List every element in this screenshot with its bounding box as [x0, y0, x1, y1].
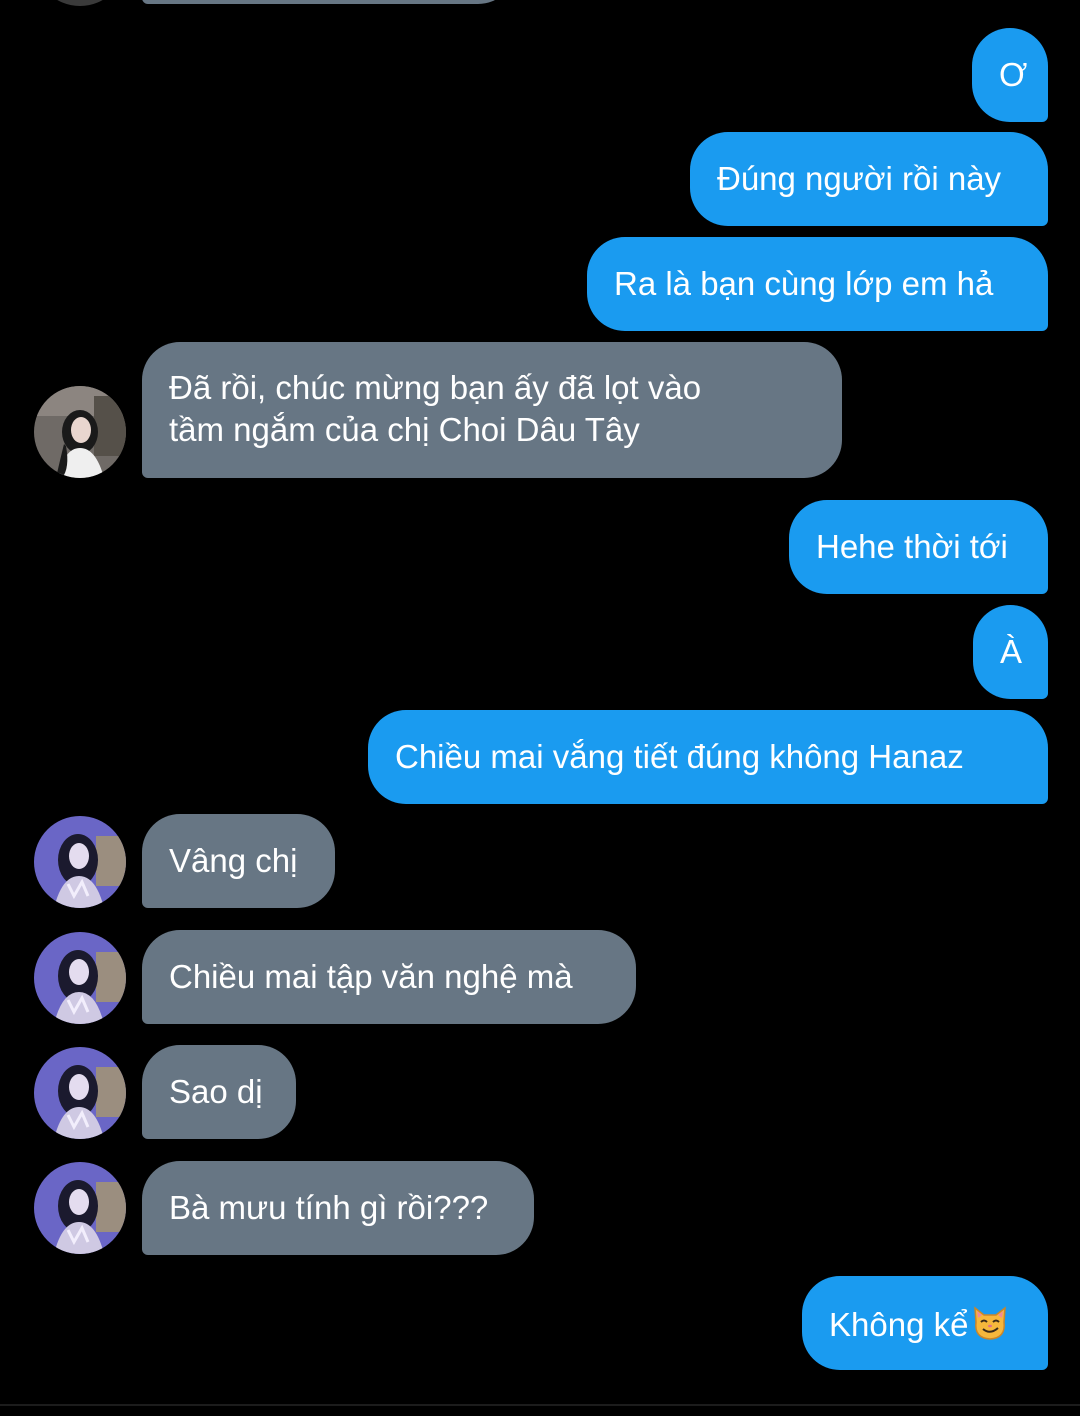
- avatar-photo-icon: [34, 386, 126, 478]
- avatar-photo-icon: [34, 1047, 126, 1139]
- smirking-cat-emoji-icon: [974, 1306, 1007, 1340]
- message-bubble-incoming[interactable]: Chiều mai tập văn nghệ mà: [142, 930, 636, 1024]
- message-bubble-outgoing[interactable]: Hehe thời tới: [789, 500, 1048, 594]
- message-text: Ơ: [999, 56, 1028, 93]
- message-text-line: Đã rồi, chúc mừng bạn ấy đã lọt vào: [169, 369, 702, 406]
- avatar[interactable]: [34, 386, 126, 478]
- avatar-photo-icon: [34, 816, 126, 908]
- message-text: Vâng chị: [169, 842, 298, 879]
- message-text: Sao dị: [169, 1073, 263, 1110]
- message-bubble-outgoing[interactable]: Chiều mai vắng tiết đúng không Hanaz: [368, 710, 1048, 804]
- message-text: Không kể: [829, 1306, 969, 1343]
- message-text: Ra là bạn cùng lớp em hả: [614, 265, 994, 302]
- avatar[interactable]: [34, 1162, 126, 1254]
- message-bubble-outgoing[interactable]: Ơ: [972, 28, 1048, 122]
- avatar[interactable]: [34, 816, 126, 908]
- message-text: À: [1000, 633, 1023, 670]
- message-text: Bà mưu tính gì rồi???: [169, 1189, 489, 1226]
- message-text: Hehe thời tới: [816, 528, 1008, 565]
- message-text: Chiều mai vắng tiết đúng không Hanaz: [395, 738, 964, 775]
- divider: [0, 1404, 1080, 1406]
- avatar-photo-icon: [34, 1162, 126, 1254]
- avatar-photo-icon: [34, 0, 126, 6]
- message-text: Đúng người rồi này: [717, 160, 1002, 197]
- message-bubble-outgoing[interactable]: À: [973, 605, 1048, 699]
- avatar-photo-icon: [34, 932, 126, 1024]
- message-bubble-outgoing[interactable]: Không kể: [802, 1276, 1048, 1370]
- message-bubble-outgoing[interactable]: Ra là bạn cùng lớp em hả: [587, 237, 1048, 331]
- message-bubble-outgoing[interactable]: Đúng người rồi này: [690, 132, 1048, 226]
- avatar[interactable]: [34, 0, 126, 6]
- avatar[interactable]: [34, 932, 126, 1024]
- avatar[interactable]: [34, 1047, 126, 1139]
- message-bubble-incoming[interactable]: Đã rồi, chúc mừng bạn ấy đã lọt vào tầm …: [142, 342, 842, 478]
- message-text-line: tầm ngắm của chị Choi Dâu Tây: [169, 411, 640, 448]
- message-text: Chiều mai tập văn nghệ mà: [169, 958, 573, 995]
- message-bubble-incoming[interactable]: Bà mưu tính gì rồi???: [142, 1161, 534, 1255]
- message-bubble-incoming[interactable]: Vâng chị: [142, 814, 335, 908]
- message-bubble-incoming[interactable]: [142, 0, 516, 4]
- message-bubble-incoming[interactable]: Sao dị: [142, 1045, 296, 1139]
- chat-thread: Ơ Đúng người rồi này Ra là bạn cùng lớp …: [0, 0, 1080, 1416]
